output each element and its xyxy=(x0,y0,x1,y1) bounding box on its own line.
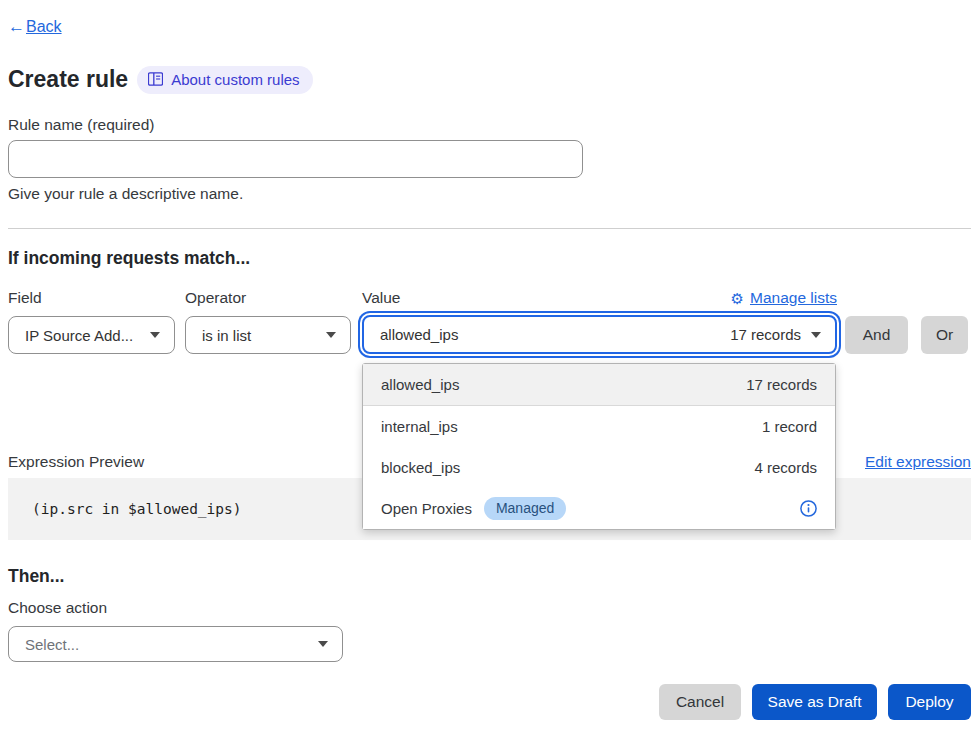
value-select-value: allowed_ips xyxy=(380,326,458,343)
about-custom-rules-badge[interactable]: About custom rules xyxy=(137,66,312,94)
value-column: Value ⚙ Manage lists allowed_ips 17 reco… xyxy=(362,289,837,354)
dropdown-item-open-proxies[interactable]: Open Proxies Managed xyxy=(363,488,835,529)
footer-actions: Cancel Save as Draft Deploy xyxy=(659,684,971,720)
back-arrow-icon: ← xyxy=(8,17,25,37)
choose-action-select[interactable]: Select... xyxy=(8,626,343,662)
expression-preview-label: Expression Preview xyxy=(8,453,144,471)
value-select[interactable]: allowed_ips 17 records xyxy=(362,315,837,354)
value-label: Value xyxy=(362,289,401,307)
choose-action-label: Choose action xyxy=(8,599,971,617)
save-as-draft-button[interactable]: Save as Draft xyxy=(752,684,877,720)
list-name: blocked_ips xyxy=(381,459,460,476)
list-name: internal_ips xyxy=(381,418,458,435)
header: Create rule About custom rules xyxy=(8,65,971,94)
manage-lists-link[interactable]: ⚙ Manage lists xyxy=(731,289,837,307)
and-button[interactable]: And xyxy=(845,316,908,354)
chevron-down-icon xyxy=(811,332,821,338)
manage-lists-label: Manage lists xyxy=(750,289,837,307)
operator-label: Operator xyxy=(185,289,246,307)
operator-select[interactable]: is in list xyxy=(185,316,351,354)
info-icon[interactable] xyxy=(800,500,817,517)
list-meta: 4 records xyxy=(754,459,817,476)
chevron-down-icon xyxy=(326,332,336,338)
action-select-placeholder: Select... xyxy=(25,636,79,653)
cancel-button[interactable]: Cancel xyxy=(659,684,741,720)
value-select-meta: 17 records xyxy=(730,326,801,343)
dropdown-item-blocked-ips[interactable]: blocked_ips 4 records xyxy=(363,447,835,488)
dropdown-item-allowed-ips[interactable]: allowed_ips 17 records xyxy=(363,364,835,406)
about-badge-label: About custom rules xyxy=(171,71,299,88)
then-section-heading: Then... xyxy=(8,566,971,586)
divider xyxy=(8,228,971,229)
dropdown-item-internal-ips[interactable]: internal_ips 1 record xyxy=(363,406,835,447)
expression-code: (ip.src in $allowed_ips) xyxy=(32,501,242,517)
book-icon xyxy=(148,72,163,86)
field-label: Field xyxy=(8,289,42,307)
create-rule-page: ← Back Create rule About custom rules Ru… xyxy=(0,0,979,739)
rule-name-label: Rule name (required) xyxy=(8,116,971,134)
list-meta: 17 records xyxy=(746,376,817,393)
list-meta: 1 record xyxy=(762,418,817,435)
or-button[interactable]: Or xyxy=(921,316,968,354)
list-name: allowed_ips xyxy=(381,376,459,393)
field-select-value: IP Source Add... xyxy=(25,327,133,344)
back-label: Back xyxy=(26,17,62,37)
back-link[interactable]: ← Back xyxy=(8,17,62,37)
operator-select-value: is in list xyxy=(202,327,251,344)
chevron-down-icon xyxy=(150,332,160,338)
gear-icon: ⚙ xyxy=(731,291,744,306)
chevron-down-icon xyxy=(318,641,328,647)
condition-row: Field IP Source Add... Operator is in li… xyxy=(8,289,971,354)
rule-name-input[interactable] xyxy=(8,140,583,178)
field-select[interactable]: IP Source Add... xyxy=(8,316,175,354)
page-title: Create rule xyxy=(8,66,128,93)
list-name: Open Proxies xyxy=(381,500,472,517)
deploy-button[interactable]: Deploy xyxy=(888,684,971,720)
rule-name-helper: Give your rule a descriptive name. xyxy=(8,185,971,203)
field-column: Field IP Source Add... xyxy=(8,289,175,354)
match-section-heading: If incoming requests match... xyxy=(8,248,971,268)
managed-badge: Managed xyxy=(484,497,566,520)
value-dropdown-menu: allowed_ips 17 records internal_ips 1 re… xyxy=(362,363,836,530)
edit-expression-link[interactable]: Edit expression xyxy=(865,453,971,471)
operator-column: Operator is in list xyxy=(185,289,351,354)
